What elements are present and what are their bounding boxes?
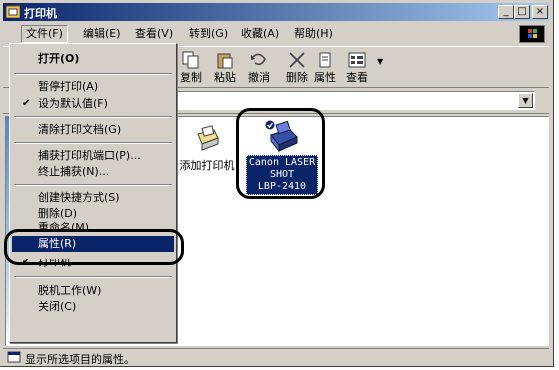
undo-icon	[251, 53, 266, 66]
menu-item-pause-printing[interactable]: 暂停打印(A)	[12, 79, 174, 95]
menu-bar: 文件(F) 编辑(E) 查看(V) 转到(G) 收藏(A) 帮助(H)	[3, 24, 549, 43]
menu-separator	[14, 276, 172, 278]
properties-toolbar-label: 属性	[314, 71, 336, 84]
maximize-button[interactable]: □	[514, 5, 530, 19]
add-printer-item[interactable]: 添加打印机	[176, 122, 238, 174]
views-label: 查看	[346, 71, 368, 84]
status-text: 显示所选项目的属性。	[25, 353, 135, 366]
add-printer-icon	[197, 125, 219, 151]
menu-file[interactable]: 文件(F)	[21, 25, 68, 43]
undo-button[interactable]: 撤消	[241, 49, 277, 85]
copy-label: 复制	[180, 71, 202, 84]
file-menu-dropdown: 打开(O) 暂停打印(A) ✔ 设为默认值(F) 清除打印文档(G) 捕获打印机…	[9, 43, 177, 343]
windows-logo-icon	[519, 25, 545, 43]
copy-icon	[182, 51, 199, 69]
menu-favorites[interactable]: 收藏(A)	[237, 26, 283, 42]
menu-item-open[interactable]: 打开(O)	[12, 51, 174, 67]
properties-callout-frame	[4, 229, 184, 265]
window-title: 打印机	[24, 7, 57, 20]
views-icon	[348, 52, 366, 68]
menu-go[interactable]: 转到(G)	[185, 26, 232, 42]
menu-separator	[14, 142, 172, 144]
menu-item-close[interactable]: 关闭(C)	[12, 299, 174, 315]
menu-view[interactable]: 查看(V)	[131, 26, 177, 42]
menu-help[interactable]: 帮助(H)	[290, 26, 337, 42]
paste-label: 粘贴	[214, 71, 236, 84]
title-bar[interactable]: 打印机 _ □ ×	[3, 3, 549, 21]
status-properties-icon	[7, 351, 21, 363]
delete-label: 删除	[286, 71, 308, 84]
properties-icon	[319, 52, 331, 68]
views-button[interactable]: 查看	[339, 49, 375, 85]
delete-icon	[289, 52, 305, 68]
undo-label: 撤消	[248, 71, 270, 84]
printer-callout-frame	[236, 108, 325, 199]
copy-button[interactable]: 复制	[173, 49, 209, 85]
menu-edit[interactable]: 编辑(E)	[79, 26, 125, 42]
menu-separator	[14, 116, 172, 118]
close-button[interactable]: ×	[532, 5, 548, 19]
menu-item-create-shortcut[interactable]: 创建快捷方式(S)	[12, 190, 174, 206]
properties-toolbar-button[interactable]: 属性	[307, 49, 343, 85]
views-dropdown-arrow-icon[interactable]: ▼	[377, 57, 383, 66]
minimize-button[interactable]: _	[498, 5, 514, 19]
menu-item-set-default[interactable]: ✔ 设为默认值(F)	[12, 96, 174, 112]
menu-separator	[14, 184, 172, 186]
add-printer-label: 添加打印机	[179, 159, 235, 172]
menu-item-work-offline[interactable]: 脱机工作(W)	[12, 283, 174, 299]
menu-item-clear-documents[interactable]: 清除打印文档(G)	[12, 122, 174, 138]
paste-icon	[217, 53, 233, 69]
printer-folder-icon	[6, 5, 20, 18]
menu-item-capture-port[interactable]: 捕获打印机端口(P)...	[12, 148, 174, 164]
status-bar: 显示所选项目的属性。	[3, 348, 549, 366]
address-dropdown-button[interactable]: ▼	[518, 93, 533, 108]
menu-separator	[14, 73, 172, 75]
check-icon: ✔	[22, 98, 31, 109]
menu-item-end-capture[interactable]: 终止捕获(N)...	[12, 164, 174, 180]
paste-button[interactable]: 粘贴	[207, 49, 243, 85]
